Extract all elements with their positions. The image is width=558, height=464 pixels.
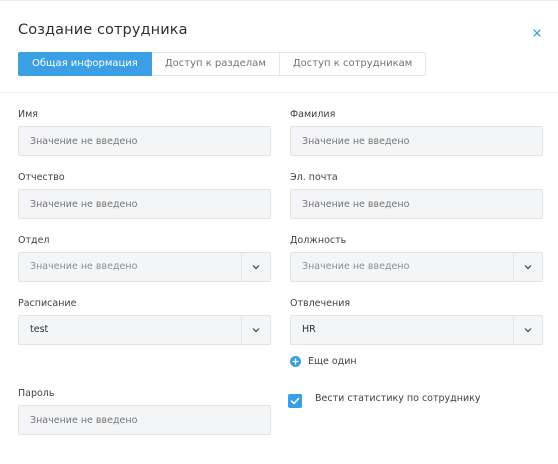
position-select[interactable]: Значение не введено — [290, 252, 543, 282]
header-divider — [0, 92, 558, 93]
tab-employee-access[interactable]: Доступ к сотрудникам — [279, 52, 427, 76]
distractions-select-value: HR — [302, 324, 316, 335]
plus-circle-icon — [290, 356, 301, 367]
chevron-down-icon[interactable] — [241, 316, 270, 344]
chevron-down-icon[interactable] — [241, 253, 270, 281]
position-select-value: Значение не введено — [302, 261, 410, 272]
chevron-down-icon[interactable] — [513, 316, 542, 344]
password-input[interactable] — [18, 405, 271, 435]
tab-section-access[interactable]: Доступ к разделам — [151, 52, 280, 76]
middle-name-input[interactable] — [18, 189, 271, 219]
chevron-down-icon[interactable] — [513, 253, 542, 281]
email-input[interactable] — [290, 189, 543, 219]
middle-name-label: Отчество — [18, 172, 65, 183]
track-stats-row: Вести статистику по сотруднику — [288, 393, 481, 408]
department-label: Отдел — [18, 235, 50, 246]
first-name-input[interactable] — [18, 126, 271, 156]
track-stats-label: Вести статистику по сотруднику — [315, 393, 481, 404]
schedule-select-value: test — [30, 324, 49, 335]
first-name-label: Имя — [18, 109, 38, 120]
add-another-label: Еще один — [308, 356, 357, 367]
tab-general-info[interactable]: Общая информация — [18, 52, 152, 76]
create-employee-dialog: Создание сотрудника Общая информация Дос… — [0, 0, 558, 464]
last-name-input[interactable] — [290, 126, 543, 156]
track-stats-checkbox[interactable] — [288, 394, 302, 408]
schedule-label: Расписание — [18, 298, 77, 309]
last-name-label: Фамилия — [290, 109, 336, 120]
schedule-select[interactable]: test — [18, 315, 271, 345]
tab-bar: Общая информация Доступ к разделам Досту… — [18, 52, 427, 76]
email-label: Эл. почта — [290, 172, 338, 183]
close-icon[interactable] — [530, 25, 544, 39]
distractions-label: Отвлечения — [290, 298, 351, 309]
department-select-value: Значение не введено — [30, 261, 138, 272]
position-label: Должность — [290, 235, 347, 246]
distractions-select[interactable]: HR — [290, 315, 543, 345]
add-another-button[interactable]: Еще один — [290, 356, 357, 367]
dialog-title: Создание сотрудника — [18, 22, 188, 38]
password-label: Пароль — [18, 388, 55, 399]
department-select[interactable]: Значение не введено — [18, 252, 271, 282]
